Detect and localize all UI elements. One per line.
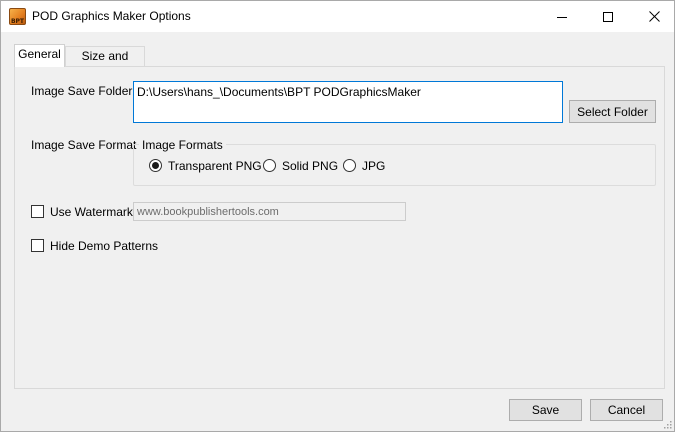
- hide-demo-patterns-checkbox[interactable]: [31, 239, 44, 252]
- minimize-icon: [557, 16, 567, 18]
- title-bar[interactable]: BPT POD Graphics Maker Options: [1, 1, 674, 32]
- close-icon: [648, 11, 660, 22]
- hide-demo-patterns-label[interactable]: Hide Demo Patterns: [50, 239, 158, 253]
- options-window: BPT POD Graphics Maker Options General S…: [0, 0, 675, 432]
- image-save-folder-label: Image Save Folder:: [31, 84, 136, 98]
- maximize-button[interactable]: [585, 1, 631, 32]
- resize-grip-icon[interactable]: [662, 419, 672, 429]
- window-title: POD Graphics Maker Options: [32, 9, 191, 23]
- radio-jpg[interactable]: [343, 159, 356, 172]
- radio-transparent-png-label[interactable]: Transparent PNG: [168, 159, 262, 173]
- app-icon: BPT: [9, 8, 26, 25]
- tab-general[interactable]: General: [14, 44, 65, 67]
- use-watermark-checkbox[interactable]: [31, 205, 44, 218]
- maximize-icon: [603, 11, 613, 22]
- save-button[interactable]: Save: [509, 399, 582, 421]
- use-watermark-label[interactable]: Use Watermark: [50, 205, 133, 219]
- tab-size-and-tiling[interactable]: Size and Tiling: [65, 46, 145, 82]
- minimize-button[interactable]: [539, 1, 585, 32]
- select-folder-button[interactable]: Select Folder: [569, 100, 656, 123]
- radio-solid-png[interactable]: [263, 159, 276, 172]
- image-save-folder-input[interactable]: D:\Users\hans_\Documents\BPT PODGraphics…: [133, 81, 563, 123]
- cancel-button[interactable]: Cancel: [590, 399, 663, 421]
- close-button[interactable]: [631, 1, 674, 32]
- radio-jpg-label[interactable]: JPG: [362, 159, 385, 173]
- image-formats-group-label: Image Formats: [139, 138, 226, 152]
- watermark-input[interactable]: [133, 202, 406, 221]
- radio-solid-png-label[interactable]: Solid PNG: [282, 159, 338, 173]
- image-save-format-label: Image Save Format: [31, 138, 137, 152]
- radio-transparent-png[interactable]: [149, 159, 162, 172]
